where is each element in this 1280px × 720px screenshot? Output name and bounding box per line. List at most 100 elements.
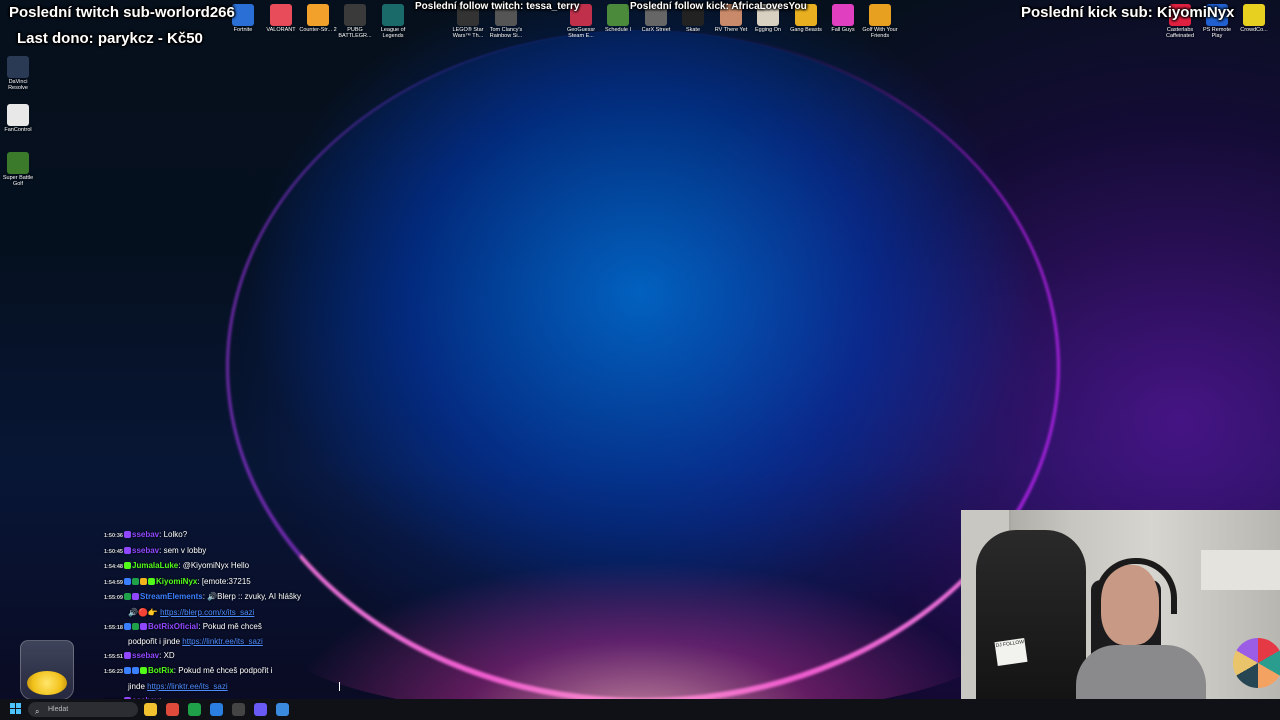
fan-icon: [7, 104, 29, 126]
kick-badge-icon: [140, 667, 147, 675]
chat-link[interactable]: https://blerp.com/x/its_sazi: [160, 608, 254, 617]
chat-username: StreamElements: [140, 592, 203, 602]
golf-with-friends-icon: [869, 4, 891, 26]
verified-badge-icon: [124, 577, 131, 585]
follow-kick-overlay: Poslední follow kick: AfricaLovesYou: [630, 1, 807, 12]
desktop-shortcut[interactable]: Counter-Str... 2: [299, 4, 337, 33]
chat-text: 🔊🔴👉: [128, 607, 161, 617]
chat-message: 1:55:51 ssebav: XD: [104, 649, 344, 665]
chat-message: 1:55:09 StreamElements: 🔊Blerp :: zvuky, …: [104, 590, 344, 606]
desktop-shortcut[interactable]: CrowdCo...: [1235, 4, 1273, 33]
twitch-badge-icon: [124, 531, 131, 538]
desktop-shortcut[interactable]: FanControl: [0, 104, 37, 133]
verified-badge-icon: [124, 667, 131, 675]
desktop-shortcut-label: FanControl: [4, 127, 32, 133]
crowdcontrol-icon: [1243, 4, 1265, 26]
desktop-shortcut-label: Tom Clancy's Rainbow Si...: [489, 27, 523, 39]
desktop-shortcut-label: LEGO® Star Wars™ Th...: [452, 27, 484, 39]
chat-username: KiyomiNyx: [156, 576, 198, 586]
chrome-icon[interactable]: [166, 703, 179, 716]
chat-timestamp: 1:50:45: [104, 548, 123, 555]
chat-text: XD: [163, 650, 175, 660]
chat-message: 1:50:36 ssebav: Lolko?: [104, 528, 344, 544]
mod-badge-icon: [124, 593, 131, 601]
desktop-shortcut-label: Egging On: [755, 27, 781, 33]
desktop-shortcut-label: Fortnite: [233, 27, 253, 33]
windows-start-icon[interactable]: [10, 703, 22, 715]
twitch-badge-icon: [140, 622, 147, 630]
davinci-resolve-icon: [7, 56, 29, 78]
webcam-feed: DJ FOLLOW: [961, 510, 1280, 720]
chat-timestamp: 1:55:51: [104, 653, 123, 660]
league-icon: [382, 4, 404, 26]
prize-wheel: [1233, 638, 1280, 688]
desktop-shortcut-label: CarX Street: [641, 27, 671, 33]
last-dono-overlay: Last dono: parykcz - Kč50: [17, 30, 203, 47]
desktop-shortcut[interactable]: DaVinci Resolve: [0, 56, 37, 91]
desktop-shortcut-label: GeoGuessr Steam E...: [566, 27, 596, 39]
steam-icon[interactable]: [276, 703, 289, 716]
wallpaper-glow: [280, 560, 1000, 720]
desktop-shortcut[interactable]: Golf With Your Friends: [861, 4, 899, 39]
fortnite-icon: [232, 4, 254, 26]
desktop-shortcut-label: Super Battle Golf: [2, 175, 34, 187]
mod-badge-icon: [132, 577, 139, 585]
browser-icon[interactable]: [210, 703, 223, 716]
desktop-shortcut-label: CrowdCo...: [1240, 27, 1268, 33]
chat-username: ssebav: [132, 545, 160, 555]
desktop-shortcut-label: Casterlabs Caffeinated: [1165, 27, 1195, 39]
coins-icon: [27, 671, 67, 695]
desktop-shortcut[interactable]: Fall Guys: [824, 4, 862, 33]
chat-timestamp: 1:55:09: [104, 595, 123, 602]
desktop-shortcut[interactable]: League of Legends: [374, 4, 412, 39]
follow-twitch-overlay: Poslední follow twitch: tessa_terry: [415, 1, 580, 12]
chat-username: ssebav: [132, 650, 160, 660]
taskbar: ⌕ Hledat: [0, 699, 1280, 720]
desktop-shortcut[interactable]: VALORANT: [262, 4, 300, 33]
mod-badge-icon: [132, 622, 139, 630]
spreadsheet-icon[interactable]: [188, 703, 201, 716]
desktop-shortcut-label: League of Legends: [380, 27, 406, 39]
desktop-shortcut[interactable]: PUBG BATTLEGR...: [336, 4, 374, 39]
chat-timestamp: 1:50:36: [104, 533, 123, 539]
desktop-shortcut[interactable]: Super Battle Golf: [0, 152, 37, 187]
check-badge-icon: [132, 667, 139, 675]
chat-message: podpořit i jinde https://linktr.ee/its_s…: [104, 635, 344, 649]
chat-message: 1:54:59 KiyomiNyx: [emote:37215: [104, 575, 344, 591]
chat-username: BotRix: [148, 666, 174, 676]
chat-text: Pokud mě chceš podpořit i: [178, 666, 273, 676]
chat-timestamp: 1:55:18: [104, 624, 123, 631]
chat-timestamp: 1:54:59: [104, 579, 123, 586]
desktop-shortcut-label: Gang Beasts: [790, 27, 822, 33]
desktop-shortcut-label: Schedule I: [605, 27, 631, 33]
file-explorer-icon[interactable]: [144, 703, 157, 716]
desktop-shortcut-label: Fall Guys: [831, 27, 855, 33]
chat-text: 🔊Blerp :: zvuky, AI hlášky: [207, 592, 301, 602]
chat-overlay: 1:50:36 ssebav: Lolko? 1:50:45 ssebav: sem …: [104, 528, 344, 709]
chat-message: 1:56:23 BotRix: Pokud mě chceš podpořit i: [104, 664, 344, 680]
kick-badge-icon: [124, 562, 131, 570]
kick-badge-icon: [148, 577, 155, 585]
chat-text: sem v lobby: [163, 545, 207, 555]
desktop-shortcut-label: RV There Yet: [714, 27, 748, 33]
chat-message: 1:54:48 JumalaLuke: @KiyomiNyx Hello: [104, 559, 344, 575]
chat-message: 1:50:45 ssebav: sem v lobby: [104, 544, 344, 560]
chat-link[interactable]: https://linktr.ee/its_sazi: [182, 637, 262, 646]
text-cursor: [339, 682, 340, 691]
desktop-shortcut-label: PUBG BATTLEGR...: [338, 27, 372, 39]
webcam-sign: DJ FOLLOW: [994, 638, 1028, 666]
chat-link[interactable]: https://linktr.ee/its_sazi: [147, 682, 227, 691]
pubg-icon: [344, 4, 366, 26]
twitch-badge-icon: [124, 546, 131, 554]
desktop-shortcut-label: PS Remote Play: [1202, 27, 1232, 39]
chat-text: podpořit i jinde: [128, 637, 183, 647]
chat-timestamp: 1:56:23: [104, 669, 123, 676]
search-icon: ⌕: [35, 707, 40, 716]
taskbar-search-box[interactable]: ⌕ Hledat: [28, 702, 138, 717]
twitch-badge-icon: [132, 593, 139, 601]
chat-username: JumalaLuke: [132, 561, 179, 571]
verified-badge-icon: [124, 622, 131, 630]
chat-username: ssebav: [132, 530, 160, 539]
discord-icon[interactable]: [254, 703, 267, 716]
obs-icon[interactable]: [232, 703, 245, 716]
